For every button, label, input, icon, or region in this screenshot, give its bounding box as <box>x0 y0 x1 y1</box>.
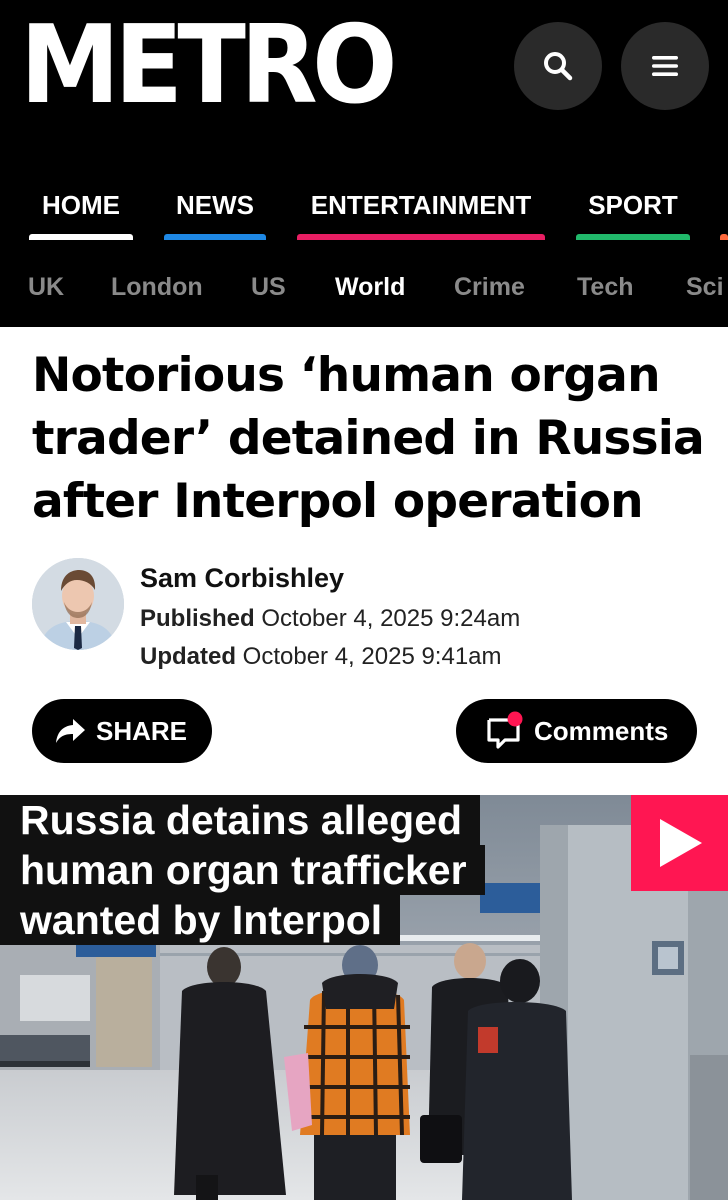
headline-line: Notorious ‘human organ <box>32 348 661 403</box>
section-subnav: UK London US World Crime Tech Sci <box>0 258 728 318</box>
video-caption-line: human organ trafficker <box>0 845 485 895</box>
video-caption-line: wanted by Interpol <box>0 895 401 945</box>
search-button[interactable] <box>514 22 602 110</box>
hamburger-menu-icon <box>652 56 678 76</box>
subnav-item-science[interactable]: Sci <box>686 270 724 304</box>
share-label: SHARE <box>96 715 188 746</box>
comments-button[interactable]: Comments <box>456 699 697 763</box>
subnav-item-us[interactable]: US <box>251 270 286 304</box>
author-name[interactable]: Sam Corbishley <box>140 561 344 595</box>
subnav-item-tech[interactable]: Tech <box>577 270 634 304</box>
headline-line: trader’ detained in Russia <box>32 411 705 466</box>
subnav-item-uk[interactable]: UK <box>28 270 64 304</box>
article-headline: Notorious ‘human organ trader’ detained … <box>32 344 712 533</box>
nav-tab-indicator <box>164 234 266 240</box>
nav-tab-indicator <box>29 234 133 240</box>
nav-tab-sport[interactable]: SPORT <box>576 172 690 244</box>
nav-tab-indicator <box>576 234 690 240</box>
notification-dot <box>507 711 523 727</box>
play-button[interactable] <box>631 795 728 891</box>
updated-value: October 4, 2025 9:41am <box>242 643 502 670</box>
subnav-item-world[interactable]: World <box>335 270 405 304</box>
updated-date: Updated October 4, 2025 9:41am <box>140 641 502 673</box>
nav-tab-news[interactable]: NEWS <box>164 172 266 244</box>
updated-label: Updated <box>140 643 236 670</box>
play-icon <box>659 819 702 867</box>
published-value: October 4, 2025 9:24am <box>261 605 521 632</box>
nav-tab-label: HOME <box>42 190 120 220</box>
search-icon <box>544 52 573 81</box>
nav-tab-home[interactable]: HOME <box>29 172 133 244</box>
comment-bubble-icon <box>487 711 523 749</box>
author-avatar[interactable] <box>32 558 124 650</box>
nav-tab-indicator <box>297 234 545 240</box>
video-player[interactable]: Russia detains alleged human organ traff… <box>0 795 728 1200</box>
main-nav: HOME NEWS ENTERTAINMENT SPORT <box>0 172 728 244</box>
share-button[interactable]: SHARE <box>32 699 212 763</box>
published-label: Published <box>140 605 255 632</box>
nav-tab-entertainment[interactable]: ENTERTAINMENT <box>297 172 545 244</box>
comments-label: Comments <box>534 715 669 746</box>
published-date: Published October 4, 2025 9:24am <box>140 603 520 635</box>
nav-tab-label: SPORT <box>588 190 678 220</box>
nav-tab-label: ENTERTAINMENT <box>310 190 532 220</box>
nav-tab-label: NEWS <box>176 190 254 220</box>
subnav-item-crime[interactable]: Crime <box>454 270 525 304</box>
headline-line: after Interpol operation <box>32 474 644 529</box>
share-arrow-icon <box>56 719 85 743</box>
nav-tab-more[interactable] <box>720 172 728 244</box>
site-header: METRO HOME NEWS ENTERTAINMENT SPORT UK L… <box>0 0 728 327</box>
subnav-item-london[interactable]: London <box>111 270 203 304</box>
video-caption-line: Russia detains alleged <box>0 795 481 845</box>
nav-tab-indicator <box>720 234 728 240</box>
menu-button[interactable] <box>621 22 709 110</box>
metro-logo[interactable]: METRO <box>20 6 397 126</box>
